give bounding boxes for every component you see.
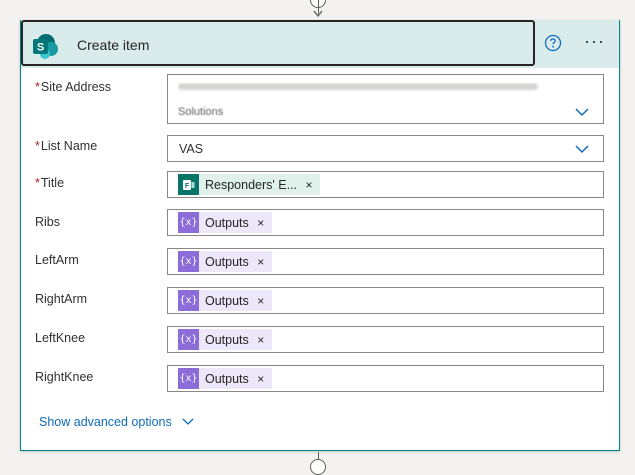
site-address-dropdown[interactable]: Solutions [167, 74, 604, 124]
list-name-dropdown[interactable]: VAS [167, 135, 604, 162]
remove-token-icon[interactable]: × [253, 372, 272, 386]
sharepoint-icon: S [33, 34, 58, 59]
rightarm-label: RightArm [35, 292, 88, 306]
chevron-down-icon[interactable] [575, 145, 589, 154]
title-token[interactable]: F Responders' E... × [178, 174, 321, 195]
rightarm-token[interactable]: {x} Outputs × [178, 290, 272, 311]
leftknee-label: LeftKnee [35, 331, 86, 345]
remove-token-icon[interactable]: × [253, 333, 272, 347]
svg-text:F: F [184, 183, 189, 190]
card-title: Create item [77, 37, 150, 53]
title-input[interactable]: F Responders' E... × [167, 171, 604, 198]
list-name-value: VAS [179, 142, 204, 156]
leftarm-input[interactable]: {x} Outputs × [167, 248, 604, 275]
leftknee-token[interactable]: {x} Outputs × [178, 329, 272, 350]
expression-icon: {x} [178, 290, 199, 311]
required-marker: * [35, 176, 40, 190]
list-name-label: *List Name [35, 139, 98, 153]
required-marker: * [35, 80, 40, 94]
ribs-input[interactable]: {x} Outputs × [167, 209, 604, 236]
rightarm-input[interactable]: {x} Outputs × [167, 287, 604, 314]
card-header: S Create item ··· [21, 20, 619, 68]
chevron-down-icon [182, 418, 194, 425]
expression-icon: {x} [178, 368, 199, 389]
show-advanced-options-link[interactable]: Show advanced options [39, 415, 194, 429]
ribs-label: Ribs [35, 215, 61, 229]
rightknee-input[interactable]: {x} Outputs × [167, 365, 604, 392]
leftarm-label: LeftArm [35, 253, 79, 267]
rightknee-label: RightKnee [35, 370, 94, 384]
arrow-down-icon [313, 10, 323, 18]
card-header-title-bar[interactable]: S Create item [21, 20, 535, 66]
remove-token-icon[interactable]: × [253, 216, 272, 230]
site-address-label: *Site Address [35, 80, 112, 94]
leftarm-token[interactable]: {x} Outputs × [178, 251, 272, 272]
remove-token-icon[interactable]: × [253, 255, 272, 269]
site-address-value-blurred [178, 83, 548, 113]
site-address-value-partial: Solutions [178, 106, 224, 118]
connector-bottom-circle[interactable] [310, 459, 326, 475]
leftknee-input[interactable]: {x} Outputs × [167, 326, 604, 353]
svg-text:S: S [37, 42, 44, 54]
rightknee-token[interactable]: {x} Outputs × [178, 368, 272, 389]
remove-token-icon[interactable]: × [253, 294, 272, 308]
excel-forms-icon: F [178, 174, 199, 195]
expression-icon: {x} [178, 212, 199, 233]
expression-icon: {x} [178, 251, 199, 272]
more-options-icon[interactable]: ··· [584, 31, 605, 52]
chevron-down-icon[interactable] [575, 108, 589, 117]
help-icon[interactable] [544, 34, 562, 52]
remove-token-icon[interactable]: × [301, 178, 320, 192]
expression-icon: {x} [178, 329, 199, 350]
title-label: *Title [35, 176, 65, 190]
ribs-token[interactable]: {x} Outputs × [178, 212, 272, 233]
required-marker: * [35, 139, 40, 153]
create-item-card: S Create item ··· *Site Address Solution… [20, 20, 620, 451]
